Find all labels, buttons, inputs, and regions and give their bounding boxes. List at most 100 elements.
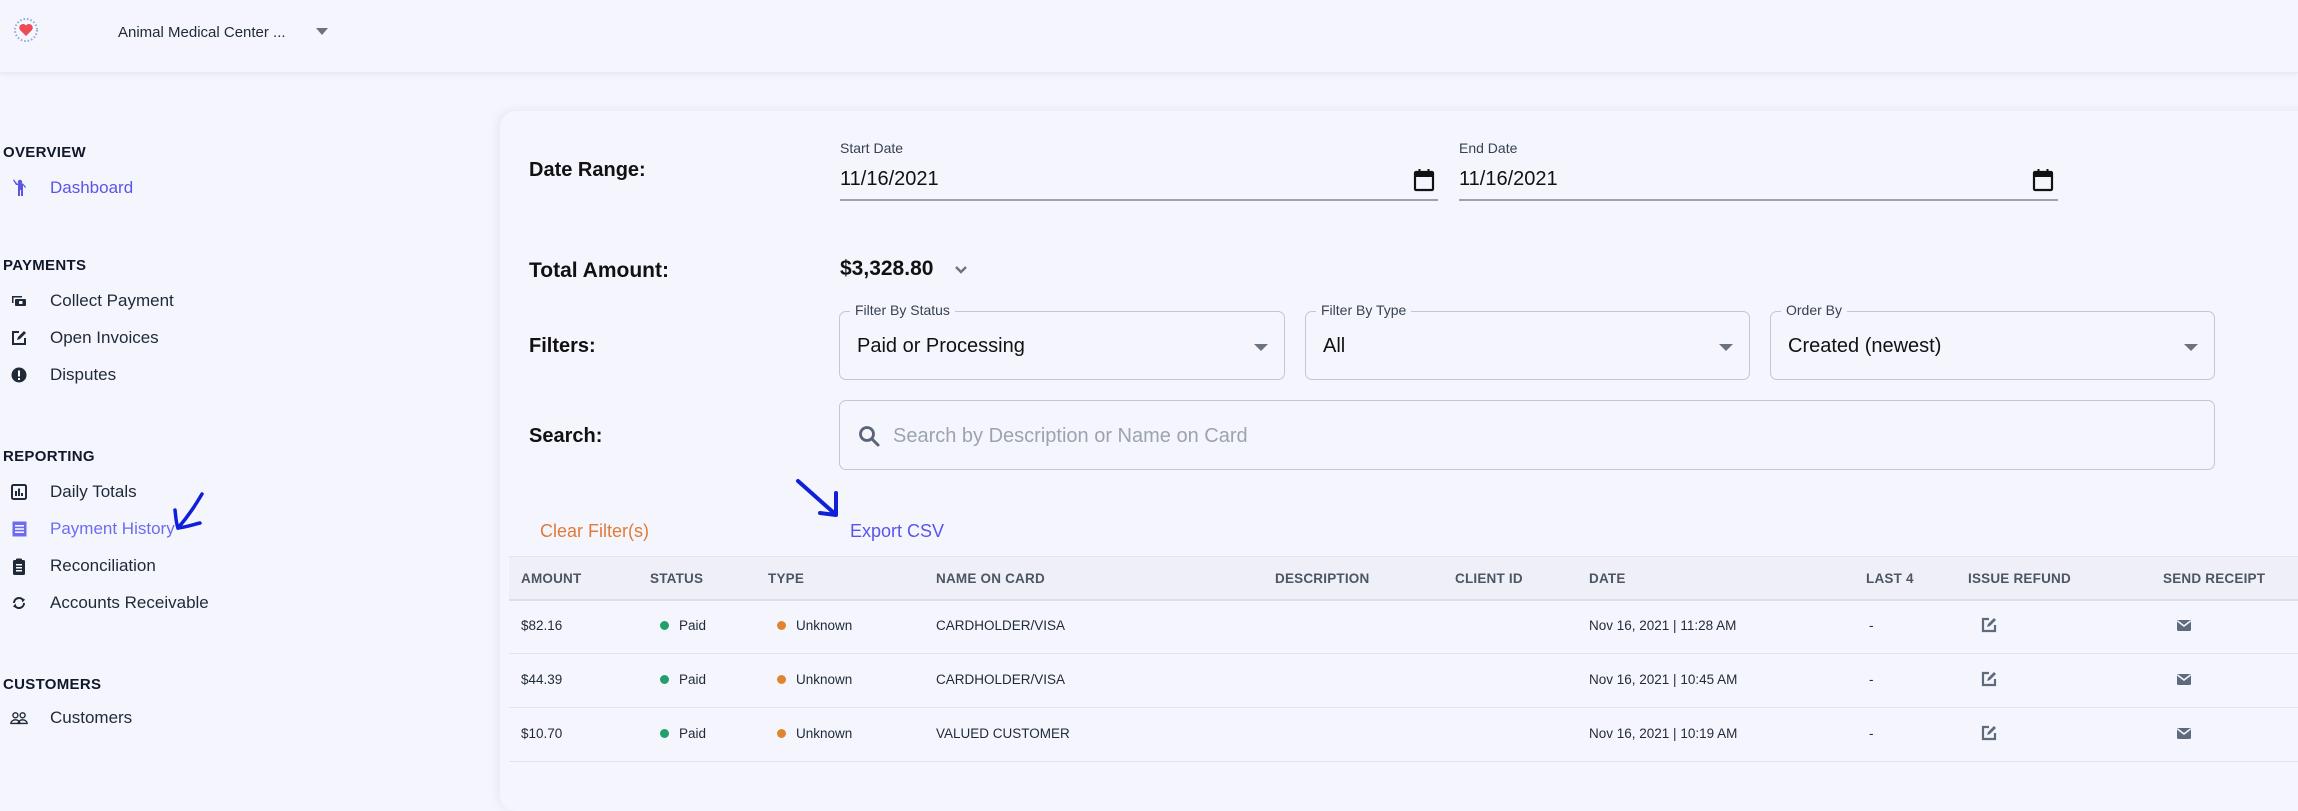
filters-label: Filters: [529,335,596,357]
column-header-name-on-card[interactable]: NAME ON CARD [936,571,1045,586]
column-header-description[interactable]: DESCRIPTION [1275,571,1369,586]
filter-by-status-select[interactable]: Filter By Status Paid or Processing [839,302,1285,380]
export-csv-button[interactable]: Export CSV [850,521,944,542]
order-by-select[interactable]: Order By Created (newest) [1770,302,2215,380]
send-receipt-mail-icon[interactable] [2175,670,2193,688]
calendar-icon[interactable] [1413,168,1435,192]
table-row[interactable]: $82.16 Paid Unknown CARDHOLDER/VISA Nov … [509,600,2298,654]
end-date-underline [1459,199,2058,201]
type-unknown-dot [777,728,786,738]
organization-selector[interactable]: Animal Medical Center ... [118,24,286,41]
cell-amount: $82.16 [521,618,563,633]
type-text: Unknown [796,726,853,741]
sidebar-item-dashboard[interactable]: Dashboard [10,175,133,201]
start-date-label: Start Date [840,140,904,156]
cell-last-4: - [1869,726,1874,741]
filter-by-type-label: Filter By Type [1316,302,1412,318]
sidebar-item-label: Collect Payment [50,291,174,310]
cell-status: Paid [660,672,706,687]
sidebar-item-label: Reconciliation [50,556,156,575]
sidebar-item-accounts-receivable[interactable]: Accounts Receivable [10,590,209,616]
chevron-down-icon[interactable] [953,262,969,278]
status-text: Paid [679,618,707,633]
table-header: AMOUNT STATUS TYPE NAME ON CARD DESCRIPT… [509,556,2298,601]
search-field[interactable] [839,400,2215,470]
column-header-date[interactable]: DATE [1589,571,1626,586]
column-header-status[interactable]: STATUS [650,571,703,586]
send-receipt-mail-icon[interactable] [2175,616,2193,634]
sidebar-item-label: Daily Totals [50,482,137,501]
person-waving-icon [10,179,28,197]
sidebar: OVERVIEW Dashboard PAYMENTS Collect Paym… [0,72,480,777]
cell-last-4: - [1869,618,1874,633]
sidebar-item-open-invoices[interactable]: Open Invoices [10,325,159,351]
cell-name-on-card: CARDHOLDER/VISA [936,672,1066,687]
cell-amount: $44.39 [521,672,563,687]
column-header-amount[interactable]: AMOUNT [521,571,581,586]
sidebar-item-label: Payment History [50,519,175,538]
cell-name-on-card: CARDHOLDER/VISA [936,618,1066,633]
end-date-input[interactable]: 11/16/2021 [1459,168,1558,191]
cell-amount: $10.70 [521,726,563,741]
clear-filters-button[interactable]: Clear Filter(s) [540,521,649,542]
section-title-overview: OVERVIEW [3,144,86,161]
sidebar-item-label: Open Invoices [50,328,159,347]
issue-refund-icon[interactable] [1980,616,1998,634]
issue-refund-icon[interactable] [1980,724,1998,742]
sidebar-item-disputes[interactable]: Disputes [10,362,116,388]
section-title-reporting: REPORTING [3,448,95,465]
sidebar-item-reconciliation[interactable]: Reconciliation [10,553,156,579]
section-title-customers: CUSTOMERS [3,676,102,693]
send-receipt-mail-icon[interactable] [2175,724,2193,742]
sidebar-item-payment-history[interactable]: Payment History [10,516,175,542]
cell-last-4: - [1869,672,1874,687]
sidebar-item-collect-payment[interactable]: Collect Payment [10,288,174,314]
status-paid-dot [660,620,669,630]
type-text: Unknown [796,618,853,633]
clipboard-icon [10,557,28,575]
status-text: Paid [679,672,707,687]
status-paid-dot [660,728,669,738]
date-range-label: Date Range: [529,159,646,181]
filter-by-status-value: Paid or Processing [857,335,1025,357]
column-header-type[interactable]: TYPE [768,571,804,586]
search-icon [859,426,880,447]
users-icon [10,709,28,727]
sidebar-item-label: Accounts Receivable [50,593,209,612]
total-amount-label: Total Amount: [529,259,669,282]
cell-type: Unknown [777,672,852,687]
top-bar: Animal Medical Center ... [0,0,2298,73]
chevron-down-icon[interactable] [316,28,328,35]
issue-refund-icon[interactable] [1980,670,1998,688]
type-unknown-dot [777,674,786,684]
start-date-input[interactable]: 11/16/2021 [840,168,939,191]
column-header-client-id[interactable]: CLIENT ID [1455,571,1523,586]
status-paid-dot [660,674,669,684]
search-label: Search: [529,425,603,447]
cell-status: Paid [660,726,706,741]
status-text: Paid [679,726,707,741]
column-header-send-receipt: SEND RECEIPT [2163,571,2266,586]
sidebar-item-daily-totals[interactable]: Daily Totals [10,479,137,505]
filter-by-type-value: All [1323,335,1346,357]
cell-name-on-card: VALUED CUSTOMER [936,726,1070,741]
caret-down-icon [1254,344,1268,351]
table-row[interactable]: $44.39 Paid Unknown CARDHOLDER/VISA Nov … [509,654,2298,708]
cell-date: Nov 16, 2021 | 11:28 AM [1589,618,1737,633]
search-input[interactable] [891,415,2145,457]
sidebar-item-label: Disputes [50,365,117,384]
calendar-icon[interactable] [2032,168,2054,192]
exclamation-circle-icon [10,366,28,384]
table-row[interactable]: $10.70 Paid Unknown VALUED CUSTOMER Nov … [509,708,2298,762]
filter-by-type-select[interactable]: Filter By Type All [1305,302,1750,380]
order-by-label: Order By [1781,302,1848,318]
column-header-last-4[interactable]: LAST 4 [1866,571,1914,586]
caret-down-icon [1719,344,1733,351]
sidebar-item-customers[interactable]: Customers [10,705,132,731]
column-header-issue-refund: ISSUE REFUND [1968,571,2071,586]
heart-logo-icon[interactable] [12,16,40,44]
cell-type: Unknown [777,726,852,741]
receipt-list-icon [10,520,28,538]
type-text: Unknown [796,672,853,687]
start-date-underline [840,199,1438,201]
